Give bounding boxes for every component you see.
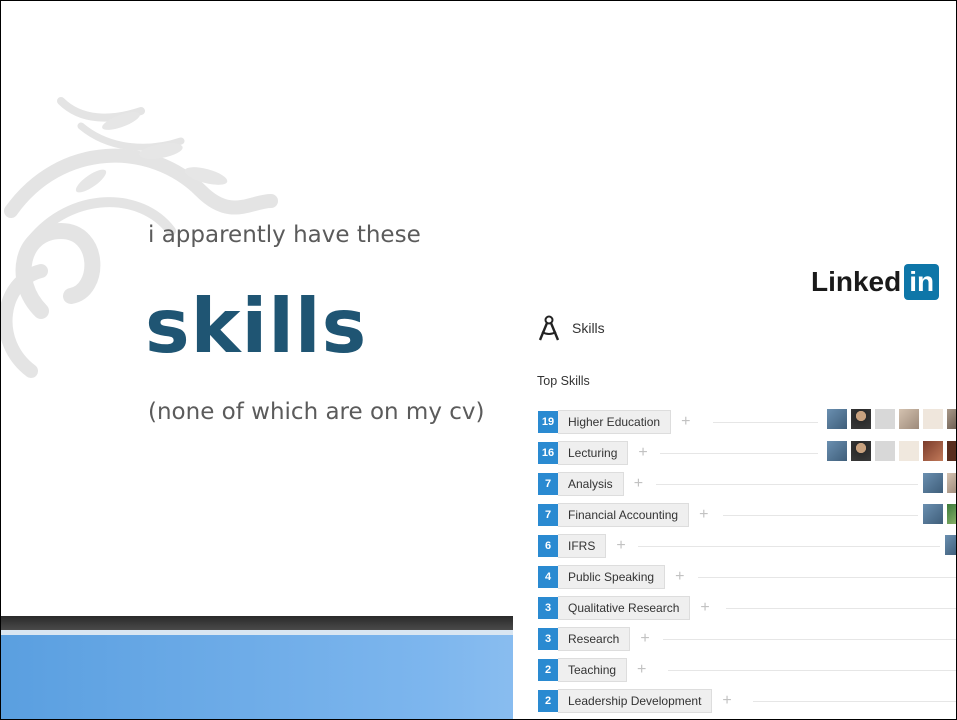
top-skills-label: Top Skills bbox=[537, 374, 590, 388]
endorse-plus-icon[interactable]: + bbox=[637, 662, 646, 678]
skill-pill[interactable]: Lecturing bbox=[558, 441, 629, 465]
endorsement-count: 7 bbox=[538, 504, 558, 526]
skill-pill[interactable]: Higher Education bbox=[558, 410, 672, 434]
endorse-plus-icon[interactable]: + bbox=[634, 476, 643, 492]
avatar[interactable] bbox=[827, 441, 847, 461]
slide-subtitle: i apparently have these bbox=[148, 222, 421, 248]
row-divider bbox=[656, 484, 918, 485]
skill-row[interactable]: 2 Teaching + bbox=[538, 658, 956, 682]
avatar[interactable] bbox=[875, 409, 895, 429]
endorse-plus-icon[interactable]: + bbox=[681, 414, 690, 430]
linkedin-logo-badge: in bbox=[904, 264, 940, 300]
avatar[interactable] bbox=[827, 409, 847, 429]
avatar[interactable] bbox=[875, 441, 895, 461]
endorse-plus-icon[interactable]: + bbox=[699, 507, 708, 523]
skill-row[interactable]: 4 Public Speaking + bbox=[538, 565, 956, 589]
row-divider bbox=[753, 701, 956, 702]
avatar[interactable] bbox=[947, 473, 956, 493]
row-divider bbox=[723, 515, 918, 516]
endorse-plus-icon[interactable]: + bbox=[675, 569, 684, 585]
endorse-plus-icon[interactable]: + bbox=[640, 631, 649, 647]
row-divider bbox=[668, 670, 956, 671]
avatar[interactable] bbox=[851, 409, 871, 429]
skill-pill[interactable]: Public Speaking bbox=[558, 565, 666, 589]
avatar[interactable] bbox=[947, 504, 956, 524]
skill-row[interactable]: 7 Financial Accounting + bbox=[538, 503, 956, 527]
linkedin-logo: Linked in bbox=[811, 263, 940, 301]
endorsement-count: 16 bbox=[538, 442, 558, 464]
avatar[interactable] bbox=[851, 441, 871, 461]
endorsement-count: 3 bbox=[538, 628, 558, 650]
avatar[interactable] bbox=[947, 409, 956, 429]
avatar[interactable] bbox=[923, 441, 943, 461]
skill-row[interactable]: 3 Research + bbox=[538, 627, 956, 651]
avatar[interactable] bbox=[945, 535, 956, 555]
avatar[interactable] bbox=[923, 409, 943, 429]
skill-row[interactable]: 2 Leadership Development + bbox=[538, 689, 956, 713]
endorsement-count: 19 bbox=[538, 411, 558, 433]
row-divider bbox=[660, 453, 818, 454]
row-divider bbox=[726, 608, 956, 609]
row-divider bbox=[698, 577, 956, 578]
endorsement-count: 4 bbox=[538, 566, 558, 588]
linkedin-logo-word: Linked bbox=[811, 266, 902, 297]
skill-pill[interactable]: Teaching bbox=[558, 658, 628, 682]
slide-note: (none of which are on my cv) bbox=[148, 399, 485, 425]
endorsement-count: 7 bbox=[538, 473, 558, 495]
endorsement-count: 3 bbox=[538, 597, 558, 619]
avatar[interactable] bbox=[923, 504, 943, 524]
compass-icon bbox=[538, 315, 560, 341]
skill-pill[interactable]: Qualitative Research bbox=[558, 596, 691, 620]
skills-section-header: Skills bbox=[536, 314, 605, 342]
skill-row[interactable]: 7 Analysis + bbox=[538, 472, 956, 496]
row-divider bbox=[638, 546, 940, 547]
skill-row[interactable]: 3 Qualitative Research + bbox=[538, 596, 956, 620]
skill-pill[interactable]: Financial Accounting bbox=[558, 503, 690, 527]
endorsement-count: 2 bbox=[538, 659, 558, 681]
skill-pill[interactable]: Research bbox=[558, 627, 631, 651]
skill-pill[interactable]: Analysis bbox=[558, 472, 624, 496]
endorsement-count: 6 bbox=[538, 535, 558, 557]
skill-pill[interactable]: Leadership Development bbox=[558, 689, 713, 713]
endorsement-count: 2 bbox=[538, 690, 558, 712]
endorse-plus-icon[interactable]: + bbox=[638, 445, 647, 461]
slide: i apparently have these skills (none of … bbox=[0, 0, 957, 720]
avatar[interactable] bbox=[947, 441, 956, 461]
avatar[interactable] bbox=[923, 473, 943, 493]
endorse-plus-icon[interactable]: + bbox=[722, 693, 731, 709]
endorse-plus-icon[interactable]: + bbox=[616, 538, 625, 554]
skill-pill[interactable]: IFRS bbox=[558, 534, 607, 558]
skill-row[interactable]: 6 IFRS + bbox=[538, 534, 956, 558]
endorse-plus-icon[interactable]: + bbox=[700, 600, 709, 616]
avatar[interactable] bbox=[899, 409, 919, 429]
slide-headline: skills bbox=[145, 282, 368, 370]
row-divider bbox=[663, 639, 956, 640]
skills-section-title: Skills bbox=[572, 320, 605, 336]
row-divider bbox=[713, 422, 818, 423]
avatar[interactable] bbox=[899, 441, 919, 461]
